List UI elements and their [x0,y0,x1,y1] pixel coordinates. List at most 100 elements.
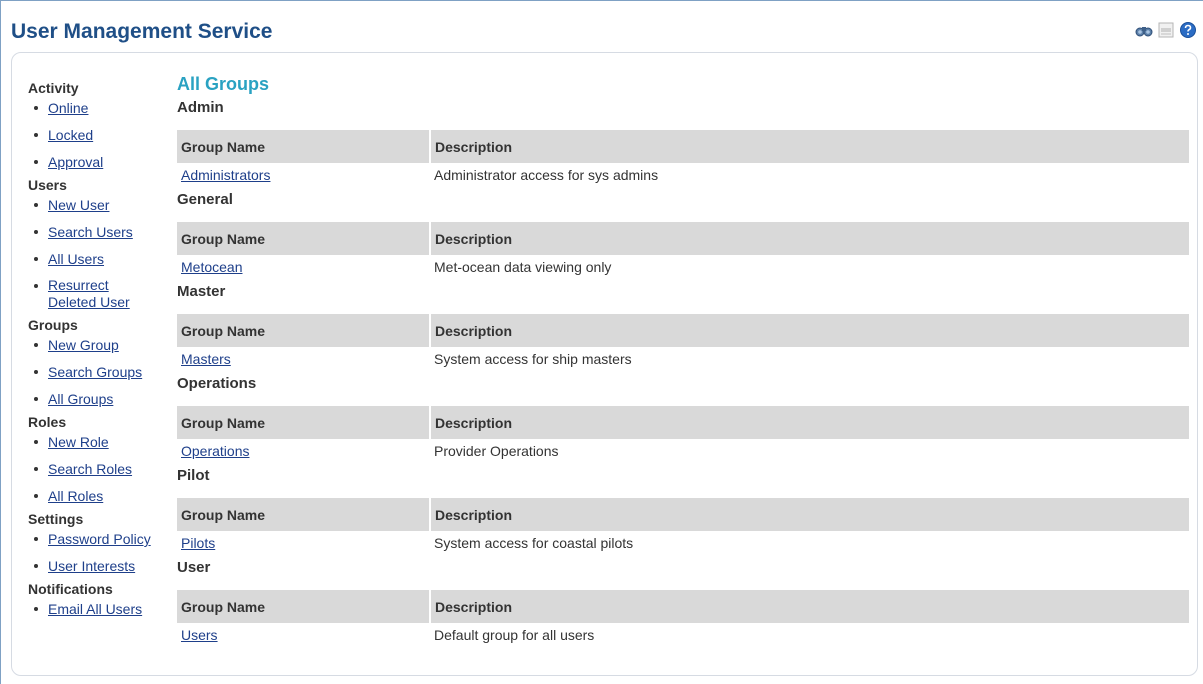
group-category-title: Pilot [177,467,210,484]
sidebar-item-email-all-users: Email All Users [28,600,178,618]
groups-table: Group Name Description Operations Provider … [177,406,1191,463]
sidebar-link-new-role[interactable]: New Role [48,434,109,450]
group-category-title: User [177,559,211,576]
sidebar-section-roles: Roles New Role Search Roles All Roles [28,413,178,505]
sidebar-link-password-policy[interactable]: Password Policy [48,531,151,547]
group-name-cell: Users [177,623,430,647]
column-header-description: Description [430,222,1191,255]
table-row: Users Default group for all users [177,623,1190,647]
sidebar-link-all-roles[interactable]: All Roles [48,488,103,504]
page-title: All Groups [177,74,270,94]
sidebar-heading: Groups [28,317,78,333]
table-header-row: Group Name Description [177,590,1191,623]
sidebar-item-user-interests: User Interests [28,557,178,575]
sidebar-list: New User Search Users All Users Resurrect D… [28,196,178,311]
group-description-cell: System access for coastal pilots [434,535,634,551]
sidebar-link-new-group[interactable]: New Group [48,337,119,353]
table-header-row: Group Name Description [177,498,1191,531]
sidebar-link-online[interactable]: Online [48,100,88,116]
sidebar-item-search-users: Search Users [28,223,178,241]
group-block-master: Master Group Name Description Masters System… [177,282,1191,371]
sidebar-list: New Group Search Groups All Groups [28,336,178,408]
sidebar-list: New Role Search Roles All Roles [28,433,178,505]
sidebar-item-all-users: All Users [28,250,178,268]
sidebar-link-search-groups[interactable]: Search Groups [48,364,142,380]
sidebar-item-search-roles: Search Roles [28,460,178,478]
sidebar-item-password-policy: Password Policy [28,530,178,548]
sidebar-item-approval: Approval [28,153,178,171]
column-header-group-name: Group Name [177,590,431,623]
table-row: Administrators Administrator access for s… [177,163,1190,187]
column-header-group-name: Group Name [177,498,431,531]
table-row: Masters System access for ship masters [177,347,1190,371]
sidebar-link-resurrect-deleted-user[interactable]: Resurrect Deleted User [48,277,148,311]
group-category-title: Admin [177,99,224,116]
table-header-row: Group Name Description [177,222,1191,255]
column-header-description: Description [430,130,1191,163]
header-tools [1135,21,1197,39]
group-block-user: User Group Name Description Users Default gr… [177,558,1191,647]
main-panel: Activity Online Locked Approval Users New Use… [11,52,1198,676]
table-row: Operations Provider Operations [177,439,1190,463]
group-description-cell: Provider Operations [434,443,559,459]
sidebar-link-all-groups[interactable]: All Groups [48,391,113,407]
column-header-group-name: Group Name [177,314,431,347]
sidebar-section-users: Users New User Search Users All Users Resurr… [28,176,178,311]
sidebar-section-settings: Settings Password Policy User Interests [28,510,178,575]
help-icon[interactable] [1179,21,1197,39]
group-link-pilots[interactable]: Pilots [181,535,215,551]
group-link-metocean[interactable]: Metocean [181,259,242,275]
group-block-admin: Admin Group Name Description Administrators… [177,98,1191,187]
column-header-description: Description [430,590,1191,623]
group-block-operations: Operations Group Name Description Operation… [177,374,1191,463]
sidebar-item-search-groups: Search Groups [28,363,178,381]
page: User Management Service Activity Online … [0,0,1203,684]
group-name-cell: Operations [177,439,430,463]
group-description-cell: System access for ship masters [434,351,632,367]
group-link-masters[interactable]: Masters [181,351,231,367]
sidebar-link-search-roles[interactable]: Search Roles [48,461,132,477]
header: User Management Service [1,0,1203,53]
group-link-operations[interactable]: Operations [181,443,249,459]
group-link-administrators[interactable]: Administrators [181,167,270,183]
groups-list: Admin Group Name Description Administrators… [177,98,1191,647]
group-block-general: General Group Name Description Metocean Met-… [177,190,1191,279]
sidebar-heading: Users [28,177,67,193]
group-block-pilot: Pilot Group Name Description Pilots System a… [177,466,1191,555]
sidebar-item-online: Online [28,99,178,117]
binoculars-icon[interactable] [1135,21,1153,39]
column-header-group-name: Group Name [177,130,431,163]
pdf-icon[interactable] [1157,21,1175,39]
sidebar-item-resurrect-deleted-user: Resurrect Deleted User [28,277,178,311]
column-header-description: Description [430,498,1191,531]
groups-table: Group Name Description Users Default group … [177,590,1191,647]
sidebar-item-locked: Locked [28,126,178,144]
sidebar-link-search-users[interactable]: Search Users [48,224,133,240]
sidebar-heading: Roles [28,414,67,430]
group-name-cell: Masters [177,347,430,371]
group-name-cell: Metocean [177,255,430,279]
table-row: Metocean Met-ocean data viewing only [177,255,1190,279]
column-header-group-name: Group Name [177,222,431,255]
groups-table: Group Name Description Metocean Met-ocean d… [177,222,1191,279]
sidebar-link-user-interests[interactable]: User Interests [48,558,135,574]
groups-table: Group Name Description Masters System acces… [177,314,1191,371]
sidebar-link-all-users[interactable]: All Users [48,251,104,267]
column-header-description: Description [430,406,1191,439]
sidebar-item-all-groups: All Groups [28,390,178,408]
sidebar-list: Password Policy User Interests [28,530,178,575]
groups-table: Group Name Description Pilots System access… [177,498,1191,555]
sidebar-link-new-user[interactable]: New User [48,197,109,213]
sidebar-heading: Activity [28,80,79,96]
sidebar-heading: Notifications [28,581,113,597]
table-row: Pilots System access for coastal pilots [177,531,1190,555]
sidebar-link-approval[interactable]: Approval [48,154,103,170]
sidebar-link-email-all-users[interactable]: Email All Users [48,601,142,617]
sidebar-item-new-user: New User [28,196,178,214]
group-link-users[interactable]: Users [181,627,218,643]
group-description-cell: Administrator access for sys admins [434,167,659,183]
sidebar-item-new-group: New Group [28,336,178,354]
column-header-description: Description [430,314,1191,347]
group-description-cell: Default group for all users [434,627,595,643]
sidebar-link-locked[interactable]: Locked [48,127,93,143]
